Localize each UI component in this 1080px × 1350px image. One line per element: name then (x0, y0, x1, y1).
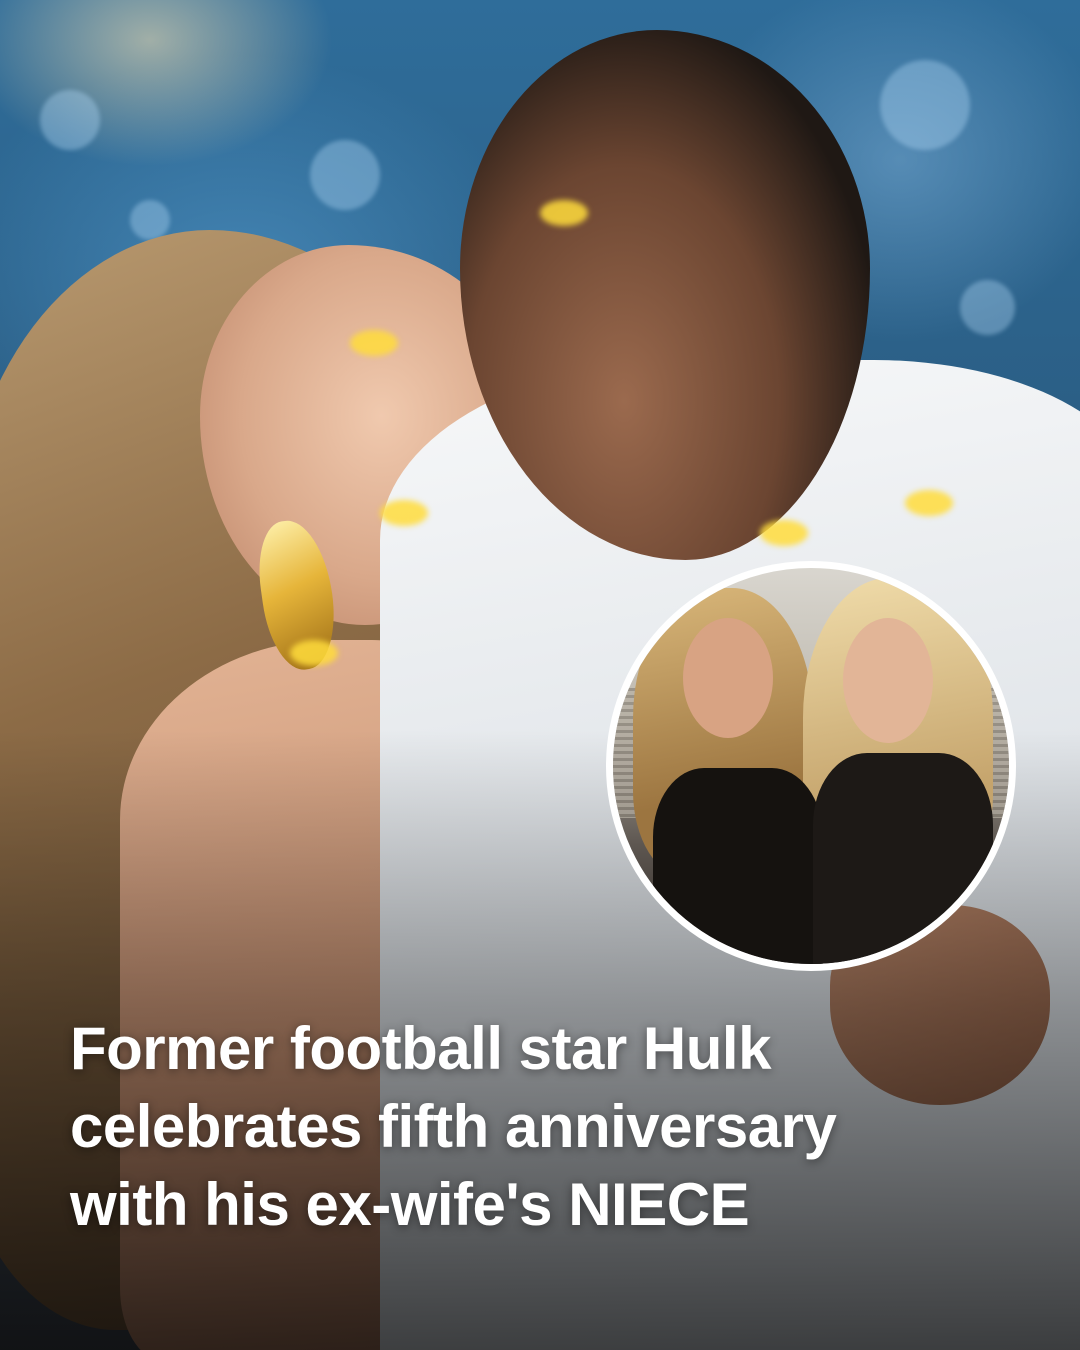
light-spot (380, 500, 428, 526)
headline: Former football star Hulk celebrates fif… (70, 1010, 1030, 1244)
headline-line-3: with his ex-wife's NIECE (70, 1171, 750, 1238)
social-post-card: Former football star Hulk celebrates fif… (0, 0, 1080, 1350)
bokeh-light (130, 200, 170, 240)
inset-woman-left-dress (653, 768, 823, 964)
headline-line-1: Former football star Hulk (70, 1015, 771, 1082)
light-spot (540, 200, 588, 226)
inset-woman-right-face (843, 618, 933, 743)
light-spot (350, 330, 398, 356)
inset-photo-circle (606, 561, 1016, 971)
inset-woman-left-face (683, 618, 773, 738)
bokeh-light (40, 90, 100, 150)
light-spot (760, 520, 808, 546)
bokeh-light (880, 60, 970, 150)
inset-woman-right-dress (813, 753, 993, 964)
bokeh-light (960, 280, 1015, 335)
light-spot (290, 640, 338, 666)
light-spot (905, 490, 953, 516)
headline-line-2: celebrates fifth anniversary (70, 1093, 837, 1160)
bokeh-light (310, 140, 380, 210)
